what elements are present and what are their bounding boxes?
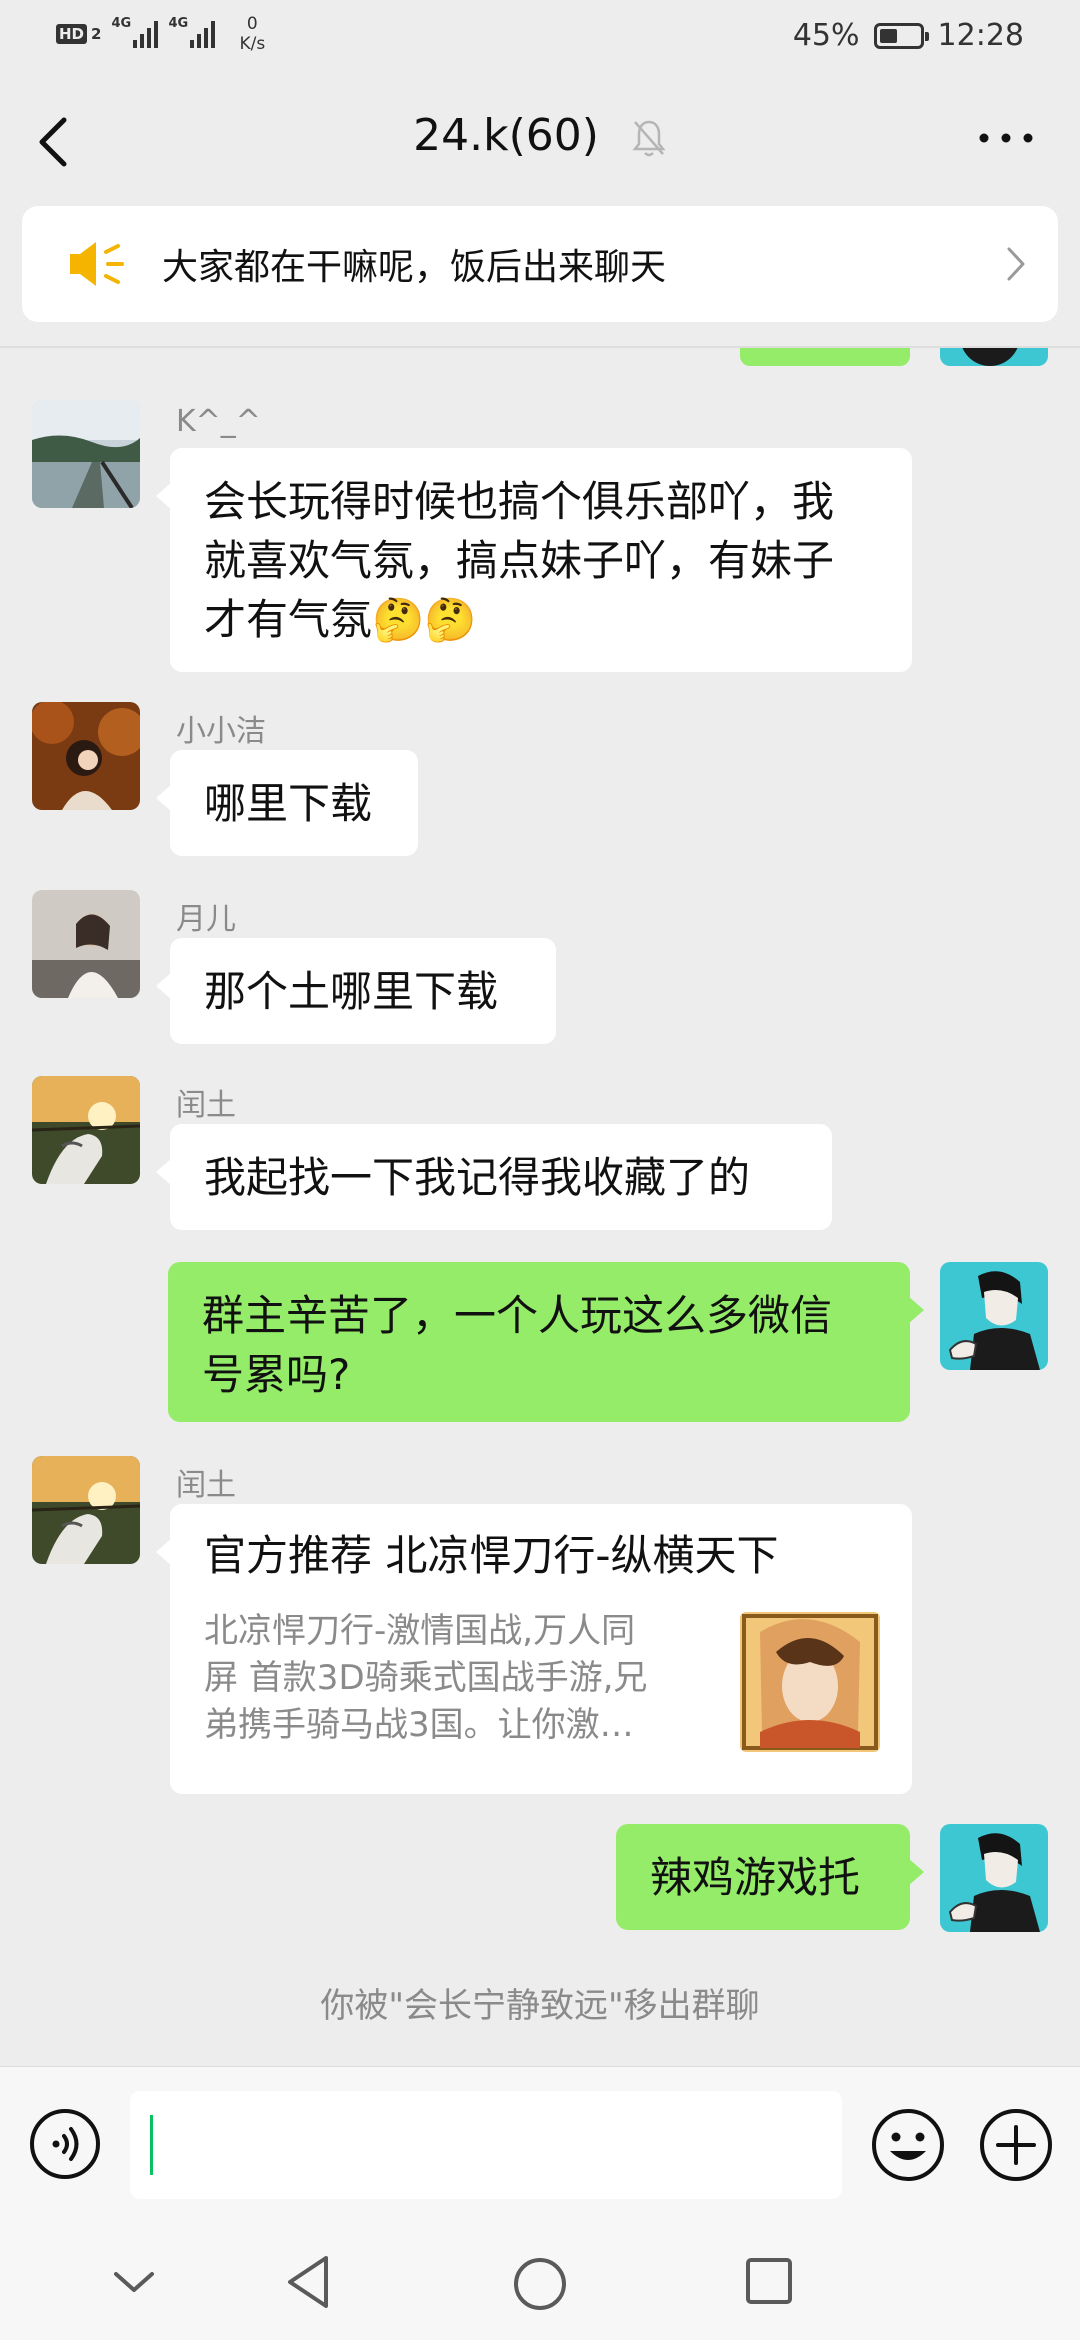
network-indicators: HD 2 4G 4G 0 K/s [56, 14, 265, 54]
signal-icon-2: 4G [168, 16, 216, 48]
own-message-bubble[interactable]: 辣鸡游戏托 [616, 1824, 924, 1930]
message-bubble[interactable]: 那个土哪里下载 [156, 938, 556, 1044]
card-description-line: 弟携手骑马战3国。让你激… [204, 1705, 634, 1745]
message-line: 那个土哪里下载 [204, 967, 499, 1016]
sim1-network-label: 4G [111, 16, 132, 31]
own-avatar[interactable] [940, 1824, 1048, 1932]
clock: 12:28 [937, 18, 1024, 53]
message-bubble[interactable]: 哪里下载 [156, 750, 418, 856]
chat-title: 24.k(60) [413, 110, 599, 161]
emoji-icon[interactable] [870, 2107, 946, 2183]
hd-sim-number: 2 [91, 25, 102, 43]
sender-name: K^_^ [176, 404, 261, 439]
own-avatar[interactable] [940, 1262, 1048, 1370]
avatar[interactable] [32, 890, 140, 998]
card-description-line: 北凉悍刀行-激情国战,万人同 [204, 1611, 636, 1651]
system-navigation-bar [0, 2224, 1080, 2340]
collapse-chevron-icon[interactable] [112, 2268, 156, 2296]
own-message-bubble[interactable]: 群主辛苦了，一个人玩这么多微信 号累吗? [168, 1262, 924, 1422]
text-caret [150, 2115, 153, 2175]
message-line: 我起找一下我记得我收藏了的 [204, 1153, 751, 1202]
message-line: 会长玩得时候也搞个俱乐部吖，我 [204, 477, 835, 526]
previous-own-avatar-fragment [940, 348, 1048, 366]
signal-icon: 4G [111, 16, 159, 48]
more-options-icon[interactable] [976, 128, 1036, 148]
avatar[interactable] [32, 702, 140, 810]
link-card[interactable]: 官方推荐 北凉悍刀行-纵横天下 北凉悍刀行-激情国战,万人同 屏 首款3D骑乘式… [156, 1504, 912, 1794]
system-indicators: 45% 12:28 [793, 18, 1024, 53]
sender-name: 闰土 [176, 1468, 236, 1503]
sim2-network-label: 4G [168, 16, 189, 31]
message-line: 才有气氛🤔🤔 [204, 595, 477, 644]
group-announcement[interactable]: 大家都在干嘛呢，饭后出来聊天 [22, 206, 1058, 322]
announcement-text: 大家都在干嘛呢，饭后出来聊天 [162, 247, 667, 288]
sender-name: 月儿 [176, 902, 236, 937]
avatar[interactable] [32, 400, 140, 508]
recents-square-icon[interactable] [744, 2256, 794, 2306]
message-line: 就喜欢气氛，搞点妹子吖，有妹子 [204, 536, 835, 585]
muted-bell-icon [632, 120, 666, 157]
card-thumbnail [740, 1612, 880, 1752]
previous-own-bubble-fragment [740, 348, 910, 366]
chat-header: 24.k(60) [0, 72, 1080, 206]
message-line: 哪里下载 [204, 779, 373, 828]
avatar[interactable] [32, 1076, 140, 1184]
message-line: 号累吗? [202, 1350, 351, 1399]
network-speed: 0 K/s [239, 14, 265, 54]
battery-fill [879, 28, 897, 43]
hd-badge: HD [56, 24, 88, 44]
message-list[interactable]: K^_^ 会长玩得时候也搞个俱乐部吖，我 就喜欢气氛，搞点妹子吖，有妹子 才有气… [0, 348, 1080, 2068]
network-speed-unit: K/s [239, 34, 266, 54]
voice-input-icon[interactable] [28, 2107, 102, 2181]
status-bar: HD 2 4G 4G 0 K/s 45% 12:28 [0, 0, 1080, 72]
battery-percent: 45% [792, 18, 860, 53]
message-line: 辣鸡游戏托 [650, 1853, 861, 1902]
avatar[interactable] [32, 1456, 140, 1564]
back-triangle-icon[interactable] [284, 2254, 332, 2310]
sender-name: 闰土 [176, 1088, 236, 1123]
input-bar [0, 2066, 1080, 2224]
home-circle-icon[interactable] [512, 2256, 568, 2312]
chat-title-area[interactable]: 24.k(60) [0, 110, 1080, 161]
message-line: 群主辛苦了，一个人玩这么多微信 [202, 1291, 833, 1340]
message-bubble[interactable]: 会长玩得时候也搞个俱乐部吖，我 就喜欢气氛，搞点妹子吖，有妹子 才有气氛🤔🤔 [156, 448, 912, 672]
megaphone-icon [70, 242, 124, 286]
message-bubble[interactable]: 我起找一下我记得我收藏了的 [156, 1124, 832, 1230]
network-speed-value: 0 [246, 14, 258, 34]
card-description-line: 屏 首款3D骑乘式国战手游,兄 [204, 1658, 648, 1698]
sender-name: 小小洁 [176, 714, 266, 749]
plus-icon[interactable] [978, 2107, 1054, 2183]
system-message: 你被"会长宁静致远"移出群聊 [320, 1986, 760, 2026]
card-description: 北凉悍刀行-激情国战,万人同 屏 首款3D骑乘式国战手游,兄 弟携手骑马战3国。… [204, 1608, 704, 1749]
message-input[interactable] [130, 2091, 842, 2199]
chevron-right-icon [1007, 247, 1025, 281]
battery-icon [873, 22, 929, 49]
card-title: 官方推荐 北凉悍刀行-纵横天下 [204, 1531, 779, 1580]
